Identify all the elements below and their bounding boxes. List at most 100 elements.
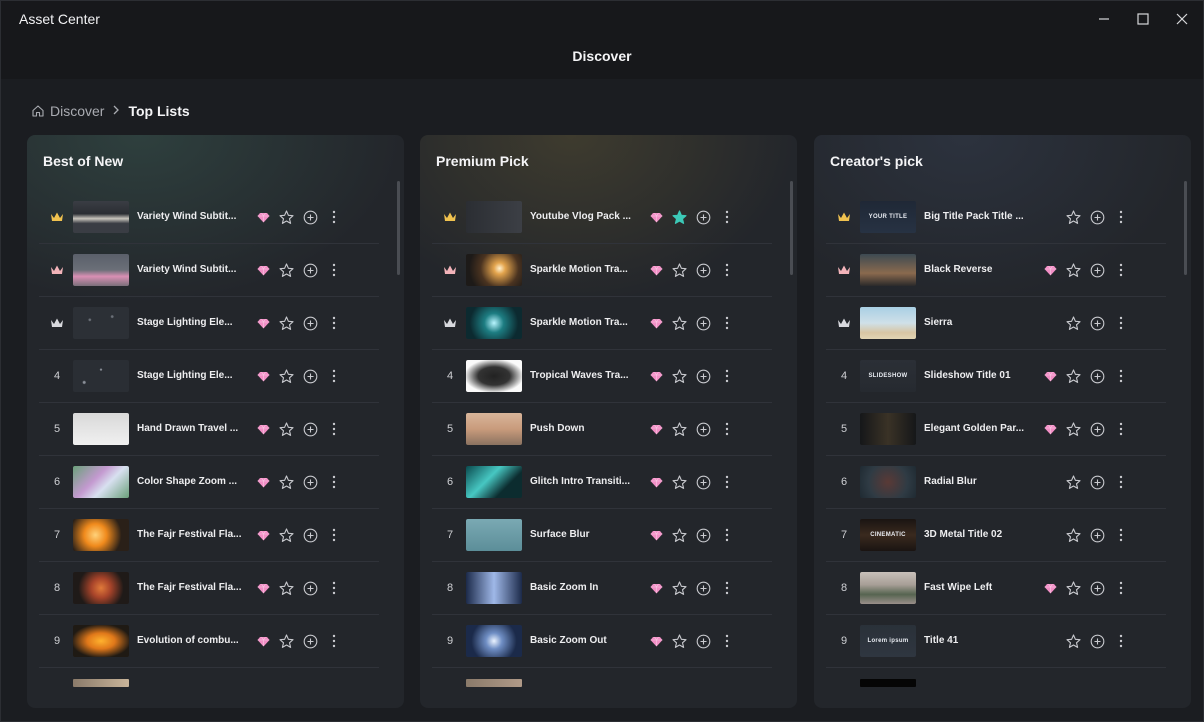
add-circle-icon[interactable] [1089, 633, 1105, 649]
item-name[interactable]: Color Shape Zoom ... [137, 456, 237, 508]
item-name[interactable]: Variety Wind Subtit... [137, 191, 236, 243]
list-item[interactable]: 7 Surface Blur [432, 509, 772, 562]
favorite-star-icon[interactable] [1065, 421, 1081, 437]
add-circle-icon[interactable] [302, 315, 318, 331]
thumbnail[interactable] [73, 360, 129, 392]
more-options-icon[interactable] [1113, 368, 1129, 384]
list-item[interactable]: Youtube Vlog Pack ... [432, 191, 772, 244]
thumbnail[interactable] [73, 625, 129, 657]
add-circle-icon[interactable] [695, 209, 711, 225]
list-item[interactable]: 6 Glitch Intro Transiti... [432, 456, 772, 509]
add-circle-icon[interactable] [302, 209, 318, 225]
favorite-star-icon[interactable] [278, 421, 294, 437]
add-circle-icon[interactable] [695, 315, 711, 331]
thumbnail[interactable]: YOUR TITLE [860, 201, 916, 233]
add-circle-icon[interactable] [302, 262, 318, 278]
item-name[interactable]: Variety Wind Subtit... [137, 244, 236, 296]
list-item[interactable]: 4 Tropical Waves Tra... [432, 350, 772, 403]
add-circle-icon[interactable] [302, 633, 318, 649]
thumbnail[interactable] [860, 254, 916, 286]
favorite-star-icon[interactable] [1065, 580, 1081, 596]
list-item[interactable]: 5 Hand Drawn Travel ... [39, 403, 379, 456]
thumbnail[interactable] [466, 360, 522, 392]
thumbnail[interactable] [860, 572, 916, 604]
add-circle-icon[interactable] [1089, 368, 1105, 384]
add-circle-icon[interactable] [1089, 580, 1105, 596]
thumbnail[interactable] [860, 466, 916, 498]
thumbnail[interactable] [860, 413, 916, 445]
thumbnail[interactable] [466, 201, 522, 233]
item-name[interactable]: Fast Wipe Left [924, 562, 992, 614]
item-name[interactable]: Stage Lighting Ele... [137, 350, 233, 402]
more-options-icon[interactable] [719, 368, 735, 384]
more-options-icon[interactable] [326, 580, 342, 596]
list-item[interactable]: YOUR TITLE Big Title Pack Title ... [826, 191, 1166, 244]
more-options-icon[interactable] [326, 262, 342, 278]
add-circle-icon[interactable] [302, 421, 318, 437]
favorite-star-icon[interactable] [1065, 633, 1081, 649]
favorite-star-icon[interactable] [1065, 262, 1081, 278]
item-name[interactable]: Evolution of combu... [137, 615, 239, 667]
more-options-icon[interactable] [719, 633, 735, 649]
more-options-icon[interactable] [326, 527, 342, 543]
item-name[interactable]: Big Title Pack Title ... [924, 191, 1024, 243]
add-circle-icon[interactable] [695, 633, 711, 649]
add-circle-icon[interactable] [1089, 474, 1105, 490]
item-name[interactable]: Elegant Golden Par... [924, 403, 1024, 455]
more-options-icon[interactable] [1113, 527, 1129, 543]
thumbnail[interactable] [73, 413, 129, 445]
thumbnail[interactable] [73, 679, 129, 687]
list-item[interactable]: Stage Lighting Ele... [39, 297, 379, 350]
favorite-star-icon[interactable] [278, 527, 294, 543]
more-options-icon[interactable] [1113, 421, 1129, 437]
thumbnail[interactable] [73, 572, 129, 604]
more-options-icon[interactable] [1113, 633, 1129, 649]
favorite-star-icon[interactable] [278, 315, 294, 331]
favorite-star-icon[interactable] [671, 209, 687, 225]
add-circle-icon[interactable] [695, 527, 711, 543]
more-options-icon[interactable] [719, 474, 735, 490]
add-circle-icon[interactable] [695, 368, 711, 384]
thumbnail[interactable] [73, 519, 129, 551]
item-name[interactable]: Push Down [530, 403, 584, 455]
add-circle-icon[interactable] [695, 474, 711, 490]
more-options-icon[interactable] [719, 527, 735, 543]
list-item[interactable]: 9 Evolution of combu... [39, 615, 379, 668]
more-options-icon[interactable] [326, 421, 342, 437]
thumbnail[interactable] [466, 679, 522, 687]
favorite-star-icon[interactable] [1065, 209, 1081, 225]
favorite-star-icon[interactable] [671, 633, 687, 649]
thumbnail[interactable] [860, 679, 916, 687]
more-options-icon[interactable] [326, 633, 342, 649]
favorite-star-icon[interactable] [278, 474, 294, 490]
add-circle-icon[interactable] [1089, 421, 1105, 437]
item-name[interactable]: Glitch Intro Transiti... [530, 456, 630, 508]
more-options-icon[interactable] [719, 315, 735, 331]
minimize-button[interactable] [1084, 7, 1124, 31]
list-item[interactable]: Sierra [826, 297, 1166, 350]
close-button[interactable] [1162, 7, 1202, 31]
list-item[interactable]: Variety Wind Subtit... [39, 191, 379, 244]
favorite-star-icon[interactable] [1065, 527, 1081, 543]
favorite-star-icon[interactable] [1065, 315, 1081, 331]
item-name[interactable]: Youtube Vlog Pack ... [530, 191, 631, 243]
favorite-star-icon[interactable] [671, 368, 687, 384]
more-options-icon[interactable] [326, 209, 342, 225]
add-circle-icon[interactable] [302, 580, 318, 596]
more-options-icon[interactable] [719, 580, 735, 596]
list-item[interactable]: 4 Stage Lighting Ele... [39, 350, 379, 403]
thumbnail[interactable] [466, 625, 522, 657]
item-name[interactable]: Basic Zoom In [530, 562, 598, 614]
maximize-button[interactable] [1123, 7, 1163, 31]
list-item[interactable]: 8 Basic Zoom In [432, 562, 772, 615]
item-name[interactable]: Sparkle Motion Tra... [530, 244, 628, 296]
list-item[interactable]: 7 The Fajr Festival Fla... [39, 509, 379, 562]
more-options-icon[interactable] [1113, 315, 1129, 331]
add-circle-icon[interactable] [302, 474, 318, 490]
add-circle-icon[interactable] [302, 368, 318, 384]
item-name[interactable]: Slideshow Title 01 [924, 350, 1011, 402]
list-item[interactable]: 7 CINEMATIC 3D Metal Title 02 [826, 509, 1166, 562]
list-item[interactable]: 9 Lorem ipsum Title 41 [826, 615, 1166, 668]
thumbnail[interactable]: CINEMATIC [860, 519, 916, 551]
thumbnail[interactable] [466, 413, 522, 445]
